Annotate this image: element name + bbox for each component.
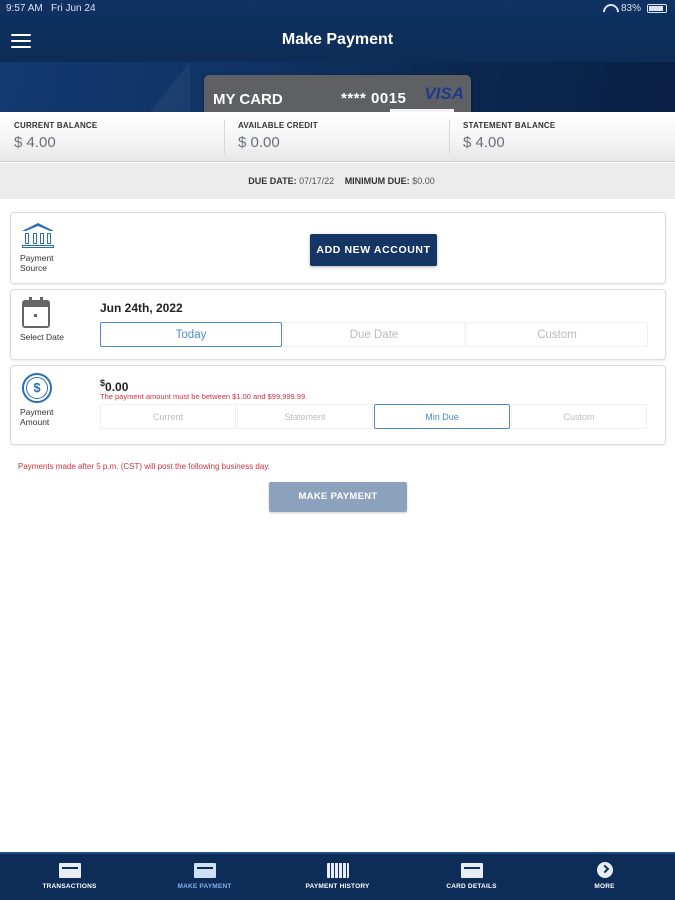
- status-bar: 9:57 AM Fri Jun 24 83%: [0, 0, 675, 18]
- nav-label: MORE: [594, 883, 615, 890]
- dollar-coin-icon: $: [22, 373, 52, 403]
- due-info-bar: DUE DATE: 07/17/22 MINIMUM DUE: $0.00: [0, 163, 675, 199]
- amount-option-current[interactable]: Current: [100, 404, 236, 429]
- payment-source-header: Payment Source: [20, 223, 76, 273]
- amount-option-statement[interactable]: Statement: [237, 404, 373, 429]
- battery-icon: [647, 4, 667, 13]
- nav-more[interactable]: MORE: [537, 854, 672, 900]
- current-balance-label: CURRENT BALANCE: [14, 121, 98, 130]
- page-title: Make Payment: [281, 31, 394, 48]
- add-new-account-button[interactable]: ADD NEW ACCOUNT: [310, 234, 437, 266]
- amount-error-message: The payment amount must be between $1.00…: [100, 392, 308, 401]
- payment-source-label: Payment Source: [20, 253, 54, 273]
- select-date-panel: Select Date Jun 24th, 2022 Today Due Dat…: [10, 289, 666, 360]
- date-option-today[interactable]: Today: [100, 322, 282, 347]
- cutoff-notice: Payments made after 5 p.m. (CST) will po…: [18, 462, 270, 471]
- select-date-label: Select Date: [20, 332, 64, 342]
- battery-percent: 83%: [620, 3, 641, 14]
- available-credit-value: $ 0.00: [238, 134, 280, 151]
- minimum-due-label: MINIMUM DUE:: [344, 176, 410, 186]
- payment-amount-panel: $ Payment Amount $0.00 The payment amoun…: [10, 365, 666, 445]
- date-option-due-date[interactable]: Due Date: [283, 322, 465, 347]
- status-indicators: 83%: [603, 3, 667, 14]
- current-balance-value: $ 4.00: [14, 134, 56, 151]
- selected-date: Jun 24th, 2022: [100, 301, 183, 315]
- divider: [449, 120, 450, 154]
- payment-amount-header: $ Payment Amount: [20, 373, 76, 427]
- wifi-icon: [603, 4, 615, 13]
- select-date-header: Select Date: [20, 297, 76, 342]
- bank-icon: [22, 223, 54, 249]
- card-icon: [58, 863, 81, 878]
- nav-label: PAYMENT HISTORY: [305, 883, 370, 890]
- nav-card-details[interactable]: CARD DETAILS: [404, 854, 539, 900]
- card-number: **** 0015: [341, 90, 407, 107]
- available-credit: AVAILABLE CREDIT $ 0.00: [238, 121, 462, 155]
- nav-label: MAKE PAYMENT: [177, 883, 232, 890]
- card-name: MY CARD: [213, 91, 283, 108]
- minimum-due-value: $0.00: [412, 176, 435, 186]
- nav-transactions[interactable]: TRANSACTIONS: [2, 854, 137, 900]
- current-balance: CURRENT BALANCE $ 4.00: [14, 121, 238, 155]
- nav-payment-history[interactable]: PAYMENT HISTORY: [270, 854, 405, 900]
- date-option-custom[interactable]: Custom: [466, 322, 648, 347]
- status-time: 9:57 AM Fri Jun 24: [6, 3, 96, 14]
- card-icon: [460, 863, 483, 878]
- balances-bar: CURRENT BALANCE $ 4.00 AVAILABLE CREDIT …: [0, 112, 675, 162]
- due-date-label: DUE DATE:: [248, 176, 297, 186]
- statement-balance-value: $ 4.00: [463, 134, 505, 151]
- make-payment-button[interactable]: MAKE PAYMENT: [269, 482, 407, 512]
- amount-option-custom[interactable]: Custom: [511, 404, 647, 429]
- payment-source-panel: Payment Source ADD NEW ACCOUNT: [10, 212, 666, 284]
- divider: [224, 120, 225, 154]
- bottom-nav: TRANSACTIONS MAKE PAYMENT PAYMENT HISTOR…: [0, 852, 675, 900]
- visa-logo-icon: VISA: [424, 84, 464, 103]
- list-icon: [326, 863, 349, 878]
- available-credit-label: AVAILABLE CREDIT: [238, 121, 318, 130]
- statement-balance-label: STATEMENT BALANCE: [463, 121, 556, 130]
- due-date-value: 07/17/22: [299, 176, 335, 186]
- nav-make-payment[interactable]: MAKE PAYMENT: [137, 854, 272, 900]
- amount-option-min-due[interactable]: Min Due: [374, 404, 510, 429]
- payment-amount-label: Payment Amount: [20, 407, 54, 427]
- nav-label: TRANSACTIONS: [42, 883, 97, 890]
- nav-label: CARD DETAILS: [446, 883, 497, 890]
- statement-balance: STATEMENT BALANCE $ 4.00: [463, 121, 675, 155]
- due-info: DUE DATE: 07/17/22 MINIMUM DUE: $0.00: [0, 176, 675, 186]
- calendar-icon: [22, 297, 50, 328]
- card-icon: [193, 863, 216, 878]
- chevron-right-icon: [596, 862, 613, 878]
